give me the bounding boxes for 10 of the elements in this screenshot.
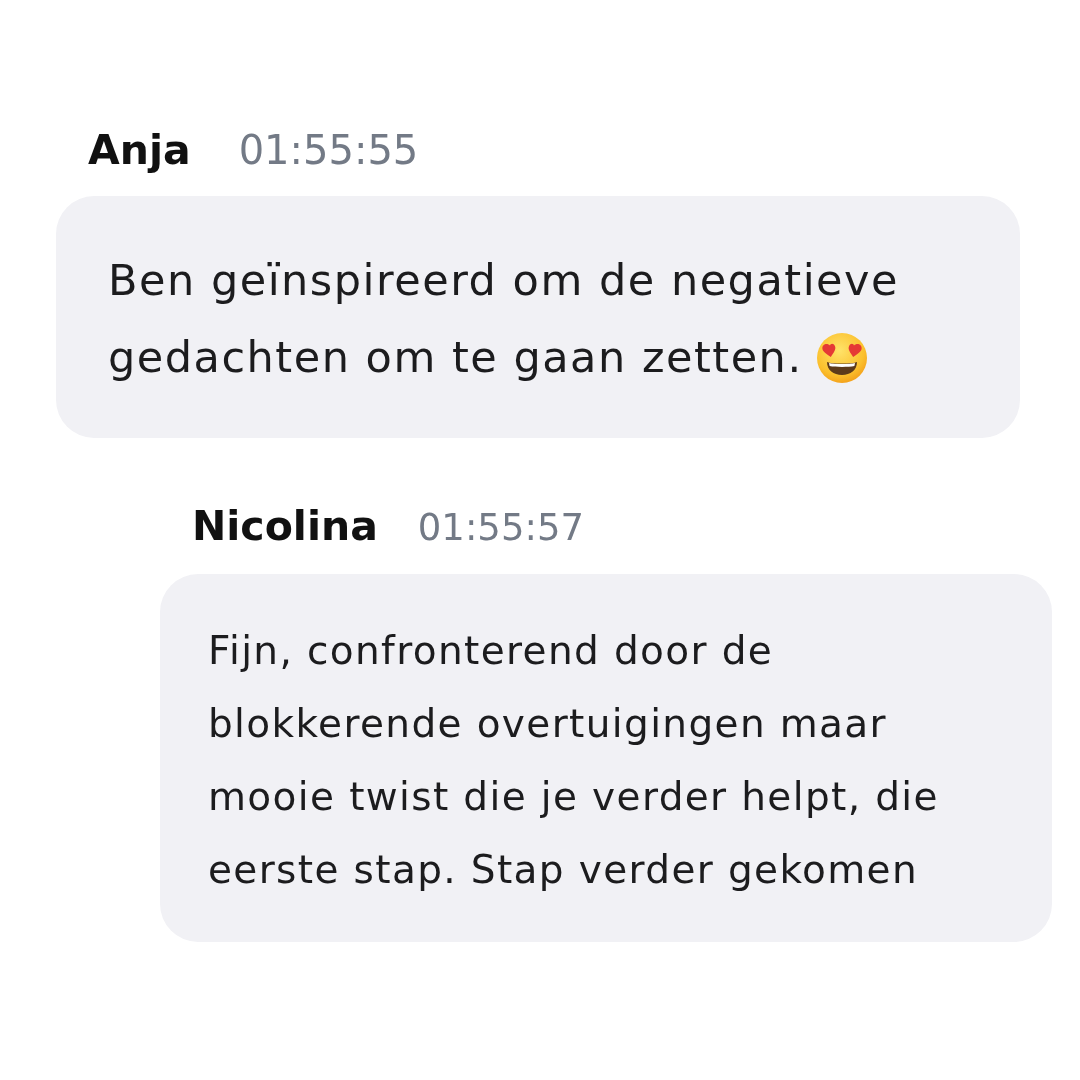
message-text-line: Ben geïnspireerd om de negatieve — [108, 254, 899, 307]
message-time: 01:55:55 — [238, 126, 419, 175]
message-time: 01:55:57 — [417, 505, 584, 551]
author-name: Nicolina — [192, 501, 378, 552]
message-text-line: eerste stap. Stap verder gekomen — [208, 846, 918, 894]
message-text-line: Fijn, confronterend door de — [208, 627, 774, 675]
message-text-line: gedachten om te gaan zetten. — [108, 331, 803, 384]
author-name: Anja — [88, 125, 191, 176]
message-text-line: blokkerende overtuigingen maar — [208, 700, 888, 748]
message-text-line: mooie twist die je verder helpt, die — [208, 773, 939, 821]
